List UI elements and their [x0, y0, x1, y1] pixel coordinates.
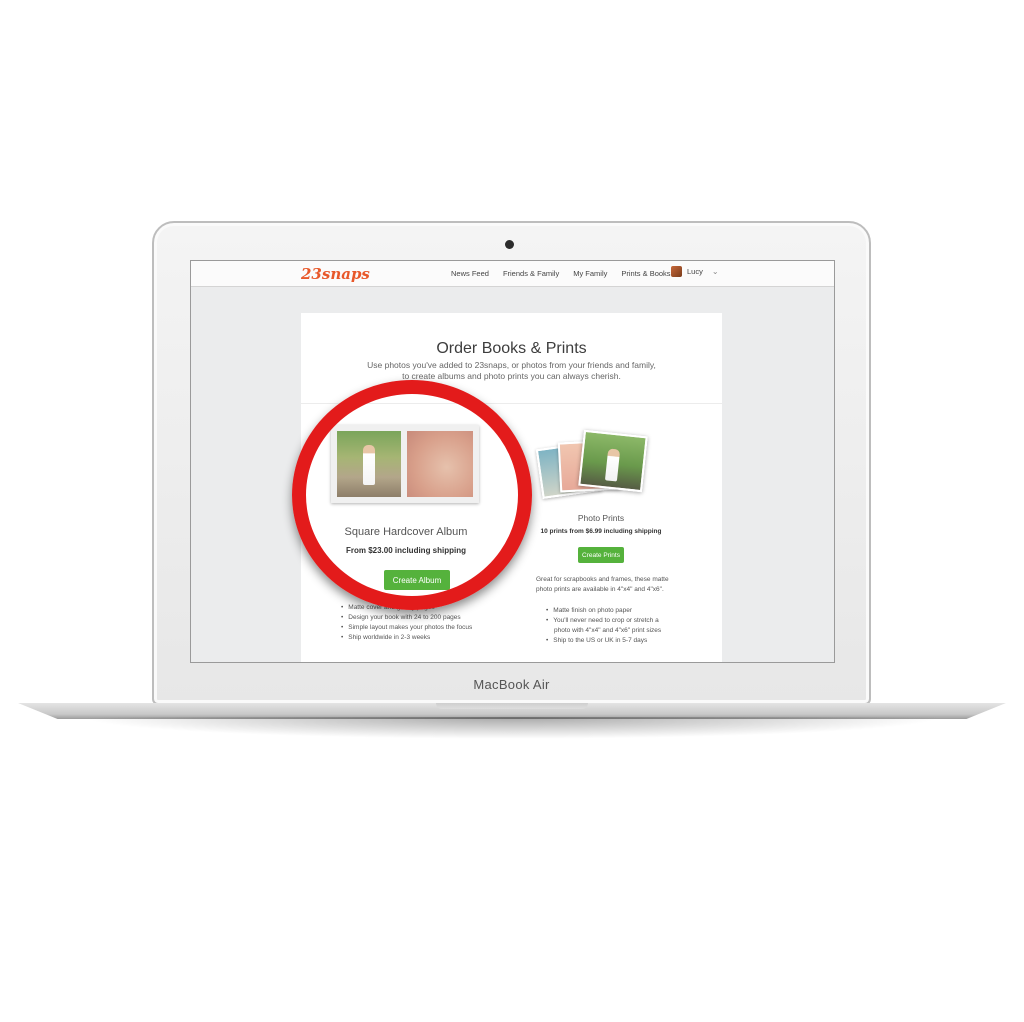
app-header: 23snaps News Feed Friends & Family My Fa… — [191, 261, 834, 287]
laptop-shadow — [80, 717, 944, 739]
create-prints-button[interactable]: Create Prints — [578, 547, 624, 563]
subtitle-line-1: Use photos you've added to 23snaps, or p… — [367, 360, 656, 370]
user-name: Lucy — [687, 267, 703, 276]
list-item: Ship to the US or UK in 5-7 days — [546, 636, 676, 646]
user-menu[interactable]: Lucy ⌄ — [671, 266, 719, 277]
main-nav: News Feed Friends & Family My Family Pri… — [451, 269, 671, 278]
subtitle-line-2: to create albums and photo prints you ca… — [402, 371, 621, 381]
list-item: Ship worldwide in 2-3 weeks — [341, 633, 472, 643]
device-brand-label: MacBook Air — [473, 677, 550, 692]
print-photo-front — [578, 429, 648, 493]
page-subtitle: Use photos you've added to 23snaps, or p… — [301, 360, 722, 382]
chevron-down-icon: ⌄ — [711, 267, 719, 276]
list-item: You'll never need to crop or stretch a p… — [546, 616, 676, 636]
nav-news-feed[interactable]: News Feed — [451, 269, 489, 278]
list-item: Design your book with 24 to 200 pages — [341, 613, 472, 623]
page-title: Order Books & Prints — [436, 340, 587, 357]
prints-title: Photo Prints — [577, 513, 625, 523]
highlight-circle — [292, 380, 532, 610]
camera-icon — [505, 240, 514, 249]
nav-prints-books[interactable]: Prints & Books — [621, 269, 670, 278]
nav-friends-family[interactable]: Friends & Family — [503, 269, 559, 278]
app-logo[interactable]: 23snaps — [301, 265, 370, 283]
avatar — [671, 266, 682, 277]
prints-price: 10 prints from $6.99 including shipping — [540, 528, 662, 535]
prints-features: Matte finish on photo paper You'll never… — [546, 606, 676, 646]
laptop-notch — [436, 703, 588, 709]
nav-my-family[interactable]: My Family — [573, 269, 607, 278]
list-item: Matte finish on photo paper — [546, 606, 676, 616]
prints-description: Great for scrapbooks and frames, these m… — [536, 576, 669, 593]
list-item: Simple layout makes your photos the focu… — [341, 623, 472, 633]
